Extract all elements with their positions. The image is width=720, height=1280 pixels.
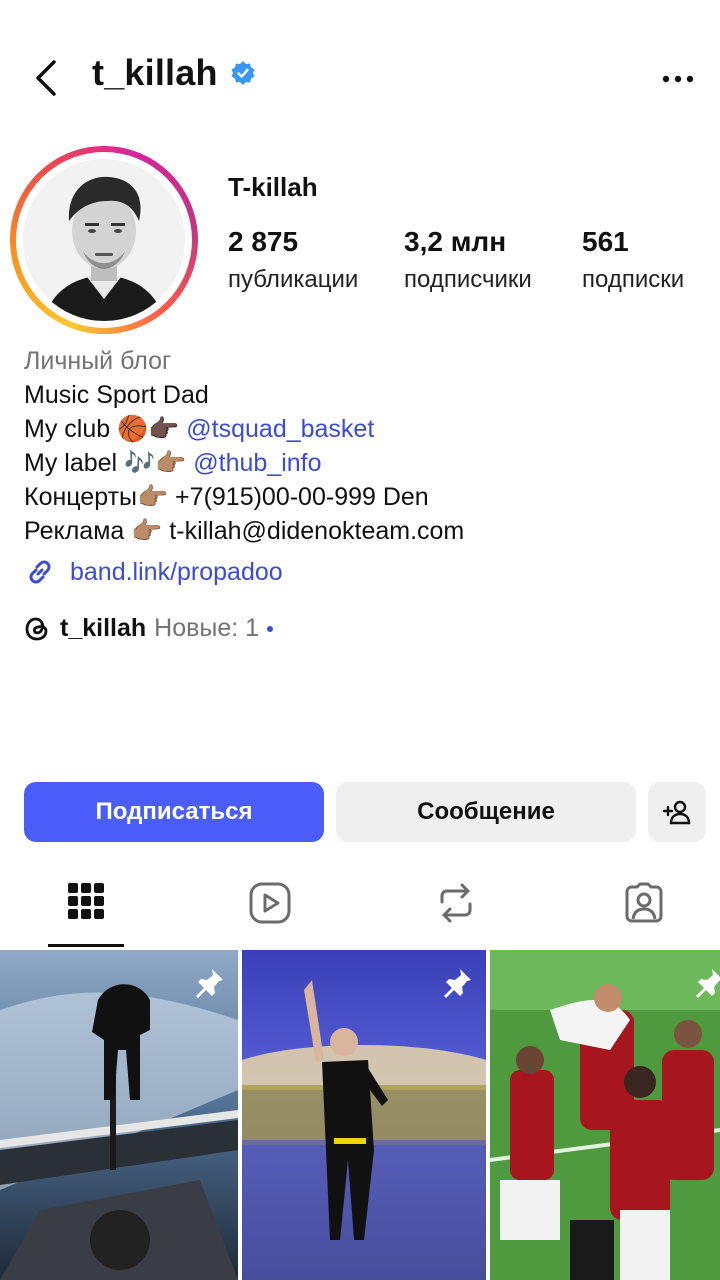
posts-grid — [0, 950, 720, 1280]
threads-new-count: Новые: 1 — [154, 614, 260, 642]
more-options-button[interactable] — [656, 62, 700, 96]
stat-following-value: 561 — [582, 226, 629, 257]
avatar — [23, 159, 185, 321]
stat-followers-label: подписчики — [404, 266, 532, 293]
active-tab-indicator — [48, 944, 124, 947]
follow-button[interactable]: Подписаться — [24, 782, 324, 842]
username-text: t_killah — [92, 52, 218, 93]
stat-followers[interactable]: 3,2 млн подписчики — [404, 226, 532, 294]
bio-line-3-text: My label 🎶👉🏽 — [24, 449, 194, 477]
tab-posts[interactable] — [48, 882, 124, 944]
bio-line-3: My label 🎶👉🏽 @thub_info — [24, 446, 704, 480]
back-button[interactable] — [24, 56, 68, 100]
post-thumbnail-3[interactable] — [490, 950, 720, 1280]
post-thumbnail-1[interactable] — [0, 950, 238, 1280]
suggested-users-button[interactable] — [648, 782, 706, 842]
tab-reels[interactable] — [232, 882, 308, 944]
stat-following-label: подписки — [582, 266, 685, 293]
threads-new-dot — [267, 625, 274, 632]
avatar-story-ring[interactable] — [10, 146, 198, 334]
grid-icon — [68, 883, 104, 919]
mention-tsquad-basket[interactable]: @tsquad_basket — [186, 415, 374, 443]
chevron-left-icon — [36, 60, 56, 96]
stat-posts-value: 2 875 — [228, 226, 299, 257]
threads-badge[interactable]: t_killah Новые: 1 — [24, 614, 274, 643]
bio-line-2: My club 🏀👉🏿 @tsquad_basket — [24, 412, 704, 446]
bio-external-link[interactable]: band.link/propadoo — [24, 556, 283, 588]
bio-link-text: band.link/propadoo — [70, 557, 283, 586]
tagged-person-icon — [625, 882, 663, 923]
threads-username: t_killah — [60, 614, 147, 642]
repost-icon — [440, 883, 472, 923]
avatar-photo — [23, 159, 185, 321]
bio-line-2-text: My club 🏀👉🏿 — [24, 415, 187, 443]
verified-badge-icon — [231, 61, 255, 85]
post-thumbnail-2[interactable] — [242, 950, 486, 1280]
profile-bio: Личный блог Music Sport Dad My club 🏀👉🏿 … — [24, 344, 704, 548]
post-image-football-celebration — [490, 950, 720, 1280]
more-dots-icon — [662, 75, 694, 83]
stat-posts[interactable]: 2 875 публикации — [228, 226, 358, 294]
pin-icon — [444, 969, 471, 998]
profile-header: t_killah — [0, 40, 720, 120]
threads-icon — [25, 617, 48, 640]
bio-category: Личный блог — [24, 347, 172, 375]
message-button[interactable]: Сообщение — [336, 782, 636, 842]
tab-tagged[interactable] — [606, 882, 682, 944]
reels-play-icon — [249, 882, 291, 924]
stat-following[interactable]: 561 подписки — [582, 226, 684, 294]
link-icon — [29, 560, 51, 584]
mention-thub-info[interactable]: @thub_info — [193, 449, 321, 477]
profile-username: t_killah — [92, 52, 256, 94]
bio-line-4: Концерты👉🏽 +7(915)00-00-999 Den — [24, 483, 429, 511]
pin-icon — [696, 969, 720, 998]
profile-tabs — [0, 868, 720, 948]
add-person-icon — [662, 800, 691, 825]
stat-posts-label: публикации — [228, 266, 359, 293]
display-name: T-killah — [228, 172, 318, 202]
stat-followers-value: 3,2 млн — [404, 226, 507, 257]
tab-reposts[interactable] — [418, 882, 494, 944]
bio-line-1: Music Sport Dad — [24, 381, 209, 409]
pin-icon — [196, 969, 223, 998]
bio-line-5: Реклама 👉🏽 t-killah@didenokteam.com — [24, 517, 465, 545]
